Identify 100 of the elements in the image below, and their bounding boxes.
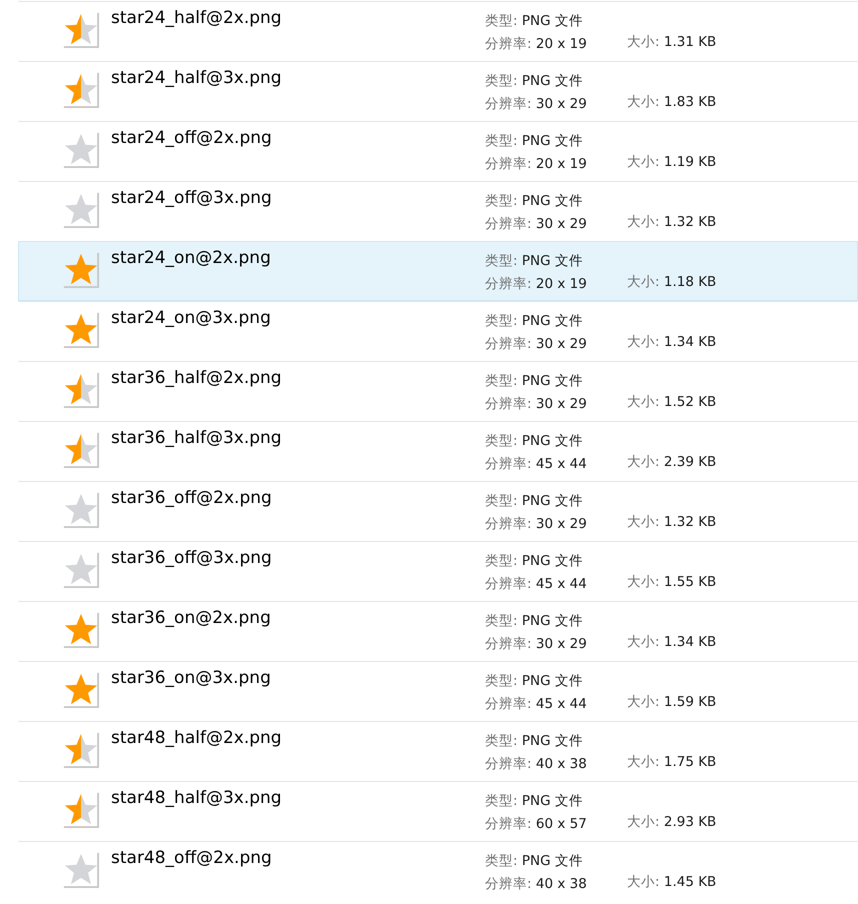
star-icon [62, 191, 100, 229]
file-name: star48_half@3x.png [111, 787, 282, 808]
resolution-label: 分辨率: [485, 35, 532, 53]
size-label: 大小: [627, 273, 660, 291]
size-value: 2.93 KB [664, 814, 716, 830]
type-value: PNG 文件 [522, 12, 583, 30]
type-value: PNG 文件 [522, 132, 583, 150]
size-value: 1.75 KB [664, 754, 716, 770]
type-value: PNG 文件 [522, 192, 583, 210]
size-value: 1.55 KB [664, 574, 716, 590]
star-icon [62, 131, 100, 169]
resolution-value: 30 x 29 [536, 636, 587, 652]
type-label: 类型: [485, 72, 518, 90]
size-value: 1.31 KB [664, 34, 716, 50]
file-name: star36_half@3x.png [111, 427, 282, 448]
type-label: 类型: [485, 312, 518, 330]
file-name: star48_off@2x.png [111, 847, 272, 868]
resolution-label: 分辨率: [485, 875, 532, 893]
size-label: 大小: [627, 153, 660, 171]
size-value: 1.19 KB [664, 154, 716, 170]
type-value: PNG 文件 [522, 732, 583, 750]
resolution-value: 40 x 38 [536, 756, 587, 772]
file-name: star24_half@3x.png [111, 67, 282, 88]
size-value: 1.83 KB [664, 94, 716, 110]
star-icon [62, 611, 100, 649]
file-name: star48_half@2x.png [111, 727, 282, 748]
type-label: 类型: [485, 252, 518, 270]
file-row[interactable]: star36_on@2x.png 类型: PNG 文件 分辨率: 30 x 29 大小: 1.34 KB [18, 601, 858, 661]
resolution-value: 45 x 44 [536, 456, 587, 472]
file-row[interactable]: star36_half@3x.png 类型: PNG 文件 分辨率: 45 x 44 大小: 2.39 KB [18, 421, 858, 481]
star-icon [62, 851, 100, 889]
type-label: 类型: [485, 132, 518, 150]
resolution-label: 分辨率: [485, 95, 532, 113]
file-row[interactable]: star36_half@2x.png 类型: PNG 文件 分辨率: 30 x 29 大小: 1.52 KB [18, 361, 858, 421]
type-value: PNG 文件 [522, 672, 583, 690]
file-name: star24_off@3x.png [111, 187, 272, 208]
type-label: 类型: [485, 792, 518, 810]
resolution-label: 分辨率: [485, 275, 532, 293]
file-name: star36_off@3x.png [111, 547, 272, 568]
file-row[interactable]: star24_on@3x.png 类型: PNG 文件 分辨率: 30 x 29 大小: 1.34 KB [18, 301, 858, 361]
resolution-value: 30 x 29 [536, 336, 587, 352]
file-name: star24_half@2x.png [111, 7, 282, 28]
size-value: 1.32 KB [664, 514, 716, 530]
size-label: 大小: [627, 693, 660, 711]
resolution-value: 30 x 29 [536, 516, 587, 532]
size-value: 1.59 KB [664, 694, 716, 710]
type-label: 类型: [485, 492, 518, 510]
file-name: star36_off@2x.png [111, 487, 272, 508]
size-value: 1.34 KB [664, 634, 716, 650]
resolution-value: 60 x 57 [536, 816, 587, 832]
star-icon [62, 791, 100, 829]
file-row[interactable]: star24_half@2x.png 类型: PNG 文件 分辨率: 20 x 19 大小: 1.31 KB [18, 1, 858, 61]
file-row[interactable]: star48_half@3x.png 类型: PNG 文件 分辨率: 60 x 57 大小: 2.93 KB [18, 781, 858, 841]
star-icon [62, 371, 100, 409]
size-label: 大小: [627, 513, 660, 531]
star-icon [62, 11, 100, 49]
file-row[interactable]: star24_half@3x.png 类型: PNG 文件 分辨率: 30 x 29 大小: 1.83 KB [18, 61, 858, 121]
type-label: 类型: [485, 432, 518, 450]
file-row[interactable]: star36_off@2x.png 类型: PNG 文件 分辨率: 30 x 29 大小: 1.32 KB [18, 481, 858, 541]
type-label: 类型: [485, 12, 518, 30]
resolution-value: 30 x 29 [536, 96, 587, 112]
type-value: PNG 文件 [522, 552, 583, 570]
star-icon [62, 431, 100, 469]
size-value: 1.52 KB [664, 394, 716, 410]
type-value: PNG 文件 [522, 72, 583, 90]
size-label: 大小: [627, 333, 660, 351]
file-row[interactable]: star24_off@2x.png 类型: PNG 文件 分辨率: 20 x 19 大小: 1.19 KB [18, 121, 858, 181]
resolution-label: 分辨率: [485, 335, 532, 353]
resolution-value: 30 x 29 [536, 396, 587, 412]
type-value: PNG 文件 [522, 432, 583, 450]
star-icon [62, 71, 100, 109]
resolution-label: 分辨率: [485, 155, 532, 173]
size-value: 1.34 KB [664, 334, 716, 350]
type-label: 类型: [485, 732, 518, 750]
type-value: PNG 文件 [522, 252, 583, 270]
size-label: 大小: [627, 93, 660, 111]
size-label: 大小: [627, 633, 660, 651]
type-label: 类型: [485, 552, 518, 570]
star-icon [62, 731, 100, 769]
size-label: 大小: [627, 813, 660, 831]
size-label: 大小: [627, 393, 660, 411]
file-row[interactable]: star24_on@2x.png 类型: PNG 文件 分辨率: 20 x 19 大小: 1.18 KB [18, 241, 858, 301]
size-label: 大小: [627, 213, 660, 231]
resolution-value: 40 x 38 [536, 876, 587, 892]
size-value: 1.45 KB [664, 874, 716, 890]
type-value: PNG 文件 [522, 312, 583, 330]
file-name: star36_on@3x.png [111, 667, 271, 688]
resolution-value: 20 x 19 [536, 36, 587, 52]
resolution-label: 分辨率: [485, 815, 532, 833]
type-label: 类型: [485, 372, 518, 390]
resolution-label: 分辨率: [485, 395, 532, 413]
file-row[interactable]: star48_half@2x.png 类型: PNG 文件 分辨率: 40 x 38 大小: 1.75 KB [18, 721, 858, 781]
file-row[interactable]: star48_off@2x.png 类型: PNG 文件 分辨率: 40 x 38 大小: 1.45 KB [18, 841, 858, 901]
file-name: star24_on@3x.png [111, 307, 271, 328]
resolution-label: 分辨率: [485, 215, 532, 233]
resolution-value: 30 x 29 [536, 216, 587, 232]
file-row[interactable]: star36_off@3x.png 类型: PNG 文件 分辨率: 45 x 44 大小: 1.55 KB [18, 541, 858, 601]
resolution-label: 分辨率: [485, 455, 532, 473]
file-name: star24_off@2x.png [111, 127, 272, 148]
file-row[interactable]: star36_on@3x.png 类型: PNG 文件 分辨率: 45 x 44 大小: 1.59 KB [18, 661, 858, 721]
